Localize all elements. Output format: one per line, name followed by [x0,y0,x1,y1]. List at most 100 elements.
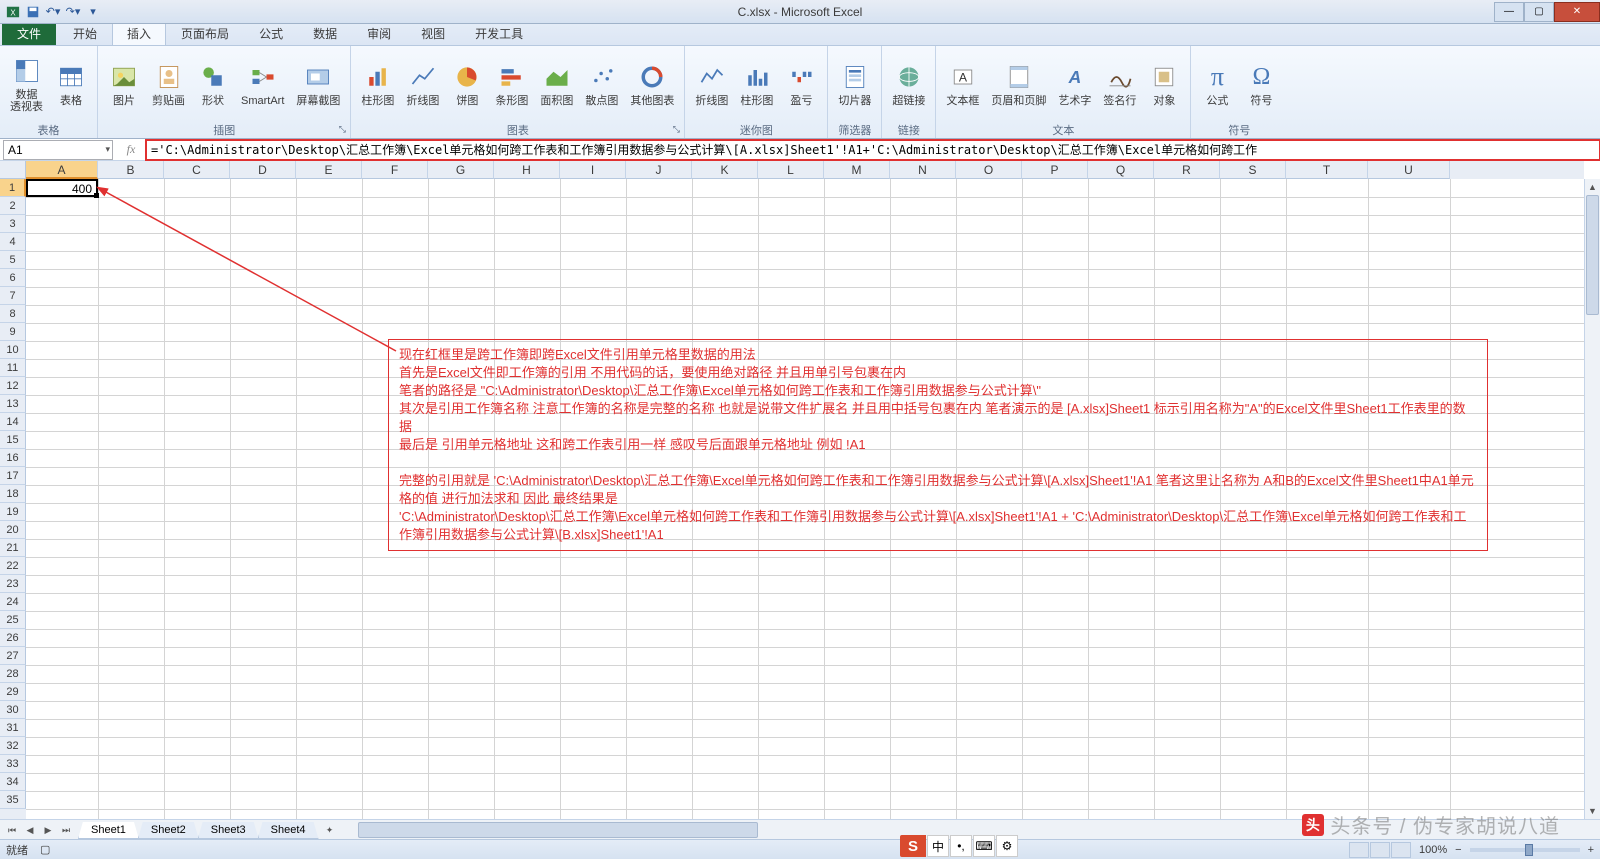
tab-pagelayout[interactable]: 页面布局 [166,21,244,45]
textbox-button[interactable]: A文本框 [942,59,983,109]
column-header[interactable]: N [890,161,956,179]
row-header[interactable]: 24 [0,593,26,611]
launcher-icon[interactable]: ⤡ [670,124,682,136]
row-header[interactable]: 11 [0,359,26,377]
sheet-next-icon[interactable]: ▶ [40,822,56,838]
tab-formulas[interactable]: 公式 [244,21,298,45]
formula-input[interactable] [146,140,1600,160]
column-header[interactable]: B [98,161,164,179]
row-header[interactable]: 18 [0,485,26,503]
qat-dropdown-icon[interactable]: ▾ [84,3,102,21]
row-header[interactable]: 12 [0,377,26,395]
redo-icon[interactable]: ↷▾ [64,3,82,21]
smartart-button[interactable]: SmartArt [237,59,288,109]
other-charts-button[interactable]: 其他图表 [626,59,678,109]
row-header[interactable]: 1 [0,179,26,197]
tab-insert[interactable]: 插入 [112,21,166,45]
column-header[interactable]: C [164,161,230,179]
column-header[interactable]: L [758,161,824,179]
sheet-first-icon[interactable]: ⏮ [4,822,20,838]
row-header[interactable]: 22 [0,557,26,575]
tab-view[interactable]: 视图 [406,21,460,45]
view-pagebreak-button[interactable] [1391,842,1411,858]
column-header[interactable]: I [560,161,626,179]
select-all-corner[interactable] [0,161,26,179]
hscroll-thumb[interactable] [358,822,758,838]
column-header[interactable]: K [692,161,758,179]
row-header[interactable]: 13 [0,395,26,413]
row-header[interactable]: 15 [0,431,26,449]
vertical-scrollbar[interactable]: ▲ ▼ [1584,179,1600,819]
area-chart-button[interactable]: 面积图 [536,59,577,109]
clipart-button[interactable]: 剪贴画 [148,59,189,109]
tab-data[interactable]: 数据 [298,21,352,45]
signature-button[interactable]: 签名行 [1099,59,1140,109]
selected-cell-a1[interactable]: 400 [26,179,98,197]
launcher-icon[interactable]: ⤡ [336,124,348,136]
column-header[interactable]: D [230,161,296,179]
row-header[interactable]: 23 [0,575,26,593]
row-header[interactable]: 20 [0,521,26,539]
row-header[interactable]: 29 [0,683,26,701]
row-header[interactable]: 16 [0,449,26,467]
row-header[interactable]: 9 [0,323,26,341]
picture-button[interactable]: 图片 [104,59,144,109]
zoom-level[interactable]: 100% [1419,844,1447,856]
sheet-last-icon[interactable]: ⏭ [58,822,74,838]
tab-home[interactable]: 开始 [58,21,112,45]
row-header[interactable]: 30 [0,701,26,719]
sparkline-line-button[interactable]: 折线图 [691,59,732,109]
cells-area[interactable]: 400 现在红框里是跨工作簿即跨Excel文件引用单元格里数据的用法首先是Exc… [26,179,1584,819]
view-normal-button[interactable] [1349,842,1369,858]
row-header[interactable]: 7 [0,287,26,305]
row-header[interactable]: 35 [0,791,26,809]
slicer-button[interactable]: 切片器 [834,59,875,109]
row-header[interactable]: 25 [0,611,26,629]
sheet-tab[interactable]: Sheet1 [78,822,139,839]
row-header[interactable]: 32 [0,737,26,755]
sheet-prev-icon[interactable]: ◀ [22,822,38,838]
column-header[interactable]: Q [1088,161,1154,179]
scatter-chart-button[interactable]: 散点图 [581,59,622,109]
maximize-button[interactable]: ▢ [1524,2,1554,22]
column-header[interactable]: O [956,161,1022,179]
sparkline-winloss-button[interactable]: 盈亏 [781,59,821,109]
sheet-tab[interactable]: Sheet4 [258,822,319,839]
pie-chart-button[interactable]: 饼图 [447,59,487,109]
column-header[interactable]: E [296,161,362,179]
scroll-up-icon[interactable]: ▲ [1585,179,1600,195]
row-header[interactable]: 27 [0,647,26,665]
row-header[interactable]: 21 [0,539,26,557]
tab-developer[interactable]: 开发工具 [460,21,538,45]
bar-chart-button[interactable]: 条形图 [491,59,532,109]
zoom-in-icon[interactable]: + [1588,844,1594,856]
zoom-slider[interactable] [1470,848,1580,852]
row-header[interactable]: 28 [0,665,26,683]
minimize-button[interactable]: — [1494,2,1524,22]
scroll-down-icon[interactable]: ▼ [1585,803,1600,819]
row-header[interactable]: 19 [0,503,26,521]
zoom-out-icon[interactable]: − [1455,844,1461,856]
status-record-icon[interactable]: ▢ [40,843,50,856]
column-header[interactable]: A [26,161,98,179]
row-header[interactable]: 10 [0,341,26,359]
column-header[interactable]: U [1368,161,1450,179]
column-header[interactable]: H [494,161,560,179]
close-button[interactable]: ✕ [1554,2,1600,22]
row-header[interactable]: 3 [0,215,26,233]
sheet-tab[interactable]: Sheet3 [198,822,259,839]
row-header[interactable]: 17 [0,467,26,485]
symbol-button[interactable]: Ω符号 [1241,59,1281,109]
worksheet-grid[interactable]: ABCDEFGHIJKLMNOPQRSTU 123456789101112131… [0,161,1600,819]
column-header[interactable]: T [1286,161,1368,179]
tab-review[interactable]: 审阅 [352,21,406,45]
column-header[interactable]: F [362,161,428,179]
column-headers[interactable]: ABCDEFGHIJKLMNOPQRSTU [26,161,1584,179]
tab-file[interactable]: 文件 [2,21,56,45]
row-headers[interactable]: 1234567891011121314151617181920212223242… [0,179,26,819]
fx-button[interactable]: fx [120,141,142,159]
column-header[interactable]: P [1022,161,1088,179]
scroll-thumb[interactable] [1586,195,1599,315]
object-button[interactable]: 对象 [1144,59,1184,109]
row-header[interactable]: 2 [0,197,26,215]
